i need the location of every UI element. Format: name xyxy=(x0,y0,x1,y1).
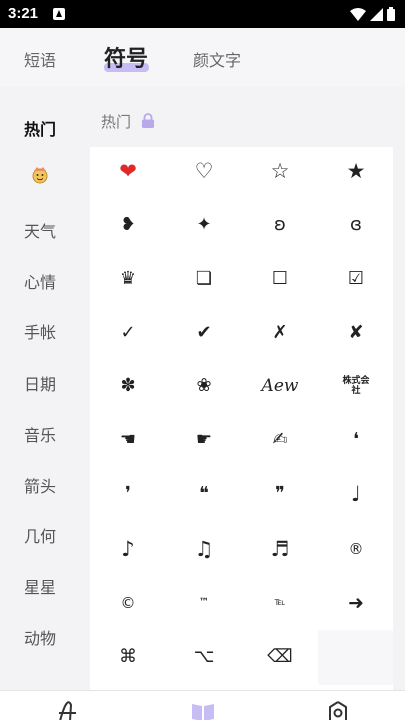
category-sidebar: 热门 天气 心情 手帐 日期 音乐 箭头 几何 星星 动物 xyxy=(0,87,80,690)
symbol-cell[interactable]: ʚ xyxy=(250,205,310,245)
symbol-cell[interactable]: ☆ xyxy=(250,151,310,191)
symbol-cell[interactable]: ❤ xyxy=(98,151,158,191)
tab-phrases[interactable]: 短语 xyxy=(24,47,56,71)
symbol-cell[interactable]: Aew xyxy=(250,366,310,406)
sidebar-item-arrows[interactable]: 箭头 xyxy=(0,473,80,497)
cell-signal-icon xyxy=(370,7,383,21)
symbol-cell[interactable]: ❀ xyxy=(174,366,234,406)
sidebar-item-journal[interactable]: 手帐 xyxy=(0,319,80,343)
symbol-cell[interactable]: ☚ xyxy=(98,420,158,460)
faded-overlay xyxy=(318,630,393,685)
status-icons xyxy=(350,7,395,21)
symbol-cell[interactable]: © xyxy=(98,583,158,623)
symbol-cell[interactable]: ❞ xyxy=(250,474,310,514)
status-bar: 3:21 xyxy=(0,0,405,28)
tab-kaomoji[interactable]: 颜文字 xyxy=(193,47,241,71)
symbol-cell[interactable]: ✔ xyxy=(174,313,234,353)
bottom-nav xyxy=(0,690,405,720)
sidebar-item-mood[interactable]: 心情 xyxy=(0,269,80,293)
symbol-grid: ❤ ♡ ☆ ★ ❥ ✦ ʚ ɞ ♛ ❏ ☐ ☑ ✓ ✔ ✗ ✘ ✽ ❀ Aew … xyxy=(90,147,393,692)
symbol-cell[interactable]: ♡ xyxy=(174,151,234,191)
symbol-cell[interactable]: ✓ xyxy=(98,313,158,353)
symbol-cell[interactable]: ★ xyxy=(326,151,386,191)
symbol-cell[interactable]: ☛ xyxy=(174,420,234,460)
emoji-face-icon xyxy=(32,167,48,184)
symbol-cell[interactable]: ✍ xyxy=(250,420,310,460)
lock-icon xyxy=(142,113,154,128)
symbol-cell[interactable]: ✦ xyxy=(174,205,234,245)
settings-gear-icon[interactable] xyxy=(326,701,350,720)
app-notification-icon xyxy=(53,8,65,20)
wifi-icon xyxy=(350,7,366,21)
symbol-cell[interactable]: ♬ xyxy=(250,529,310,569)
battery-icon xyxy=(387,7,395,21)
symbol-cell[interactable]: ☑ xyxy=(326,259,386,299)
sidebar-item-stars[interactable]: 星星 xyxy=(0,574,80,598)
sidebar-item-date[interactable]: 日期 xyxy=(0,371,80,395)
sidebar-item-animals[interactable]: 动物 xyxy=(0,625,80,649)
symbol-cell[interactable]: 株式会社 xyxy=(341,366,371,406)
status-time: 3:21 xyxy=(8,5,39,22)
symbol-cell[interactable]: ☐ xyxy=(250,259,310,299)
sidebar-item-music[interactable]: 音乐 xyxy=(0,422,80,446)
symbol-cell[interactable]: ✗ xyxy=(250,313,310,353)
font-style-icon[interactable] xyxy=(57,701,79,720)
symbol-cell[interactable]: ❜ xyxy=(98,474,158,514)
sidebar-item-weather[interactable]: 天气 xyxy=(0,218,80,242)
section-title: 热门 xyxy=(101,113,132,131)
symbol-cell[interactable]: ⌘ xyxy=(98,637,158,677)
symbol-cell[interactable]: ® xyxy=(326,529,386,569)
symbol-cell[interactable]: ❛ xyxy=(326,420,386,460)
symbol-cell[interactable]: ♩ xyxy=(326,474,386,514)
sidebar-item-hot[interactable]: 热门 xyxy=(0,116,80,140)
symbol-cell[interactable]: ✽ xyxy=(98,366,158,406)
symbol-cell[interactable]: ❥ xyxy=(98,205,158,245)
symbol-cell[interactable]: ♫ xyxy=(174,529,234,569)
symbol-cell[interactable]: ɞ xyxy=(326,205,386,245)
symbol-cell[interactable]: ❏ xyxy=(174,259,234,299)
symbol-cell[interactable]: ❝ xyxy=(174,474,234,514)
symbol-cell[interactable]: ♛ xyxy=(98,259,158,299)
symbol-cell[interactable]: ⌫ xyxy=(250,637,310,677)
book-icon[interactable] xyxy=(191,703,215,720)
sidebar-item-geometry[interactable]: 几何 xyxy=(0,523,80,547)
symbol-cell[interactable]: ™ xyxy=(174,583,234,623)
symbol-cell[interactable]: ℡ xyxy=(250,583,310,623)
tab-symbols[interactable]: 符号 xyxy=(104,41,148,73)
symbol-cell[interactable]: ♪ xyxy=(98,529,158,569)
symbol-cell[interactable]: ✘ xyxy=(326,313,386,353)
category-tab-bar: 短语 符号 颜文字 xyxy=(0,28,405,87)
sidebar-item-emoji[interactable] xyxy=(0,165,80,189)
symbol-cell[interactable]: ➜ xyxy=(326,583,386,623)
symbol-cell[interactable]: ⌥ xyxy=(174,637,234,677)
